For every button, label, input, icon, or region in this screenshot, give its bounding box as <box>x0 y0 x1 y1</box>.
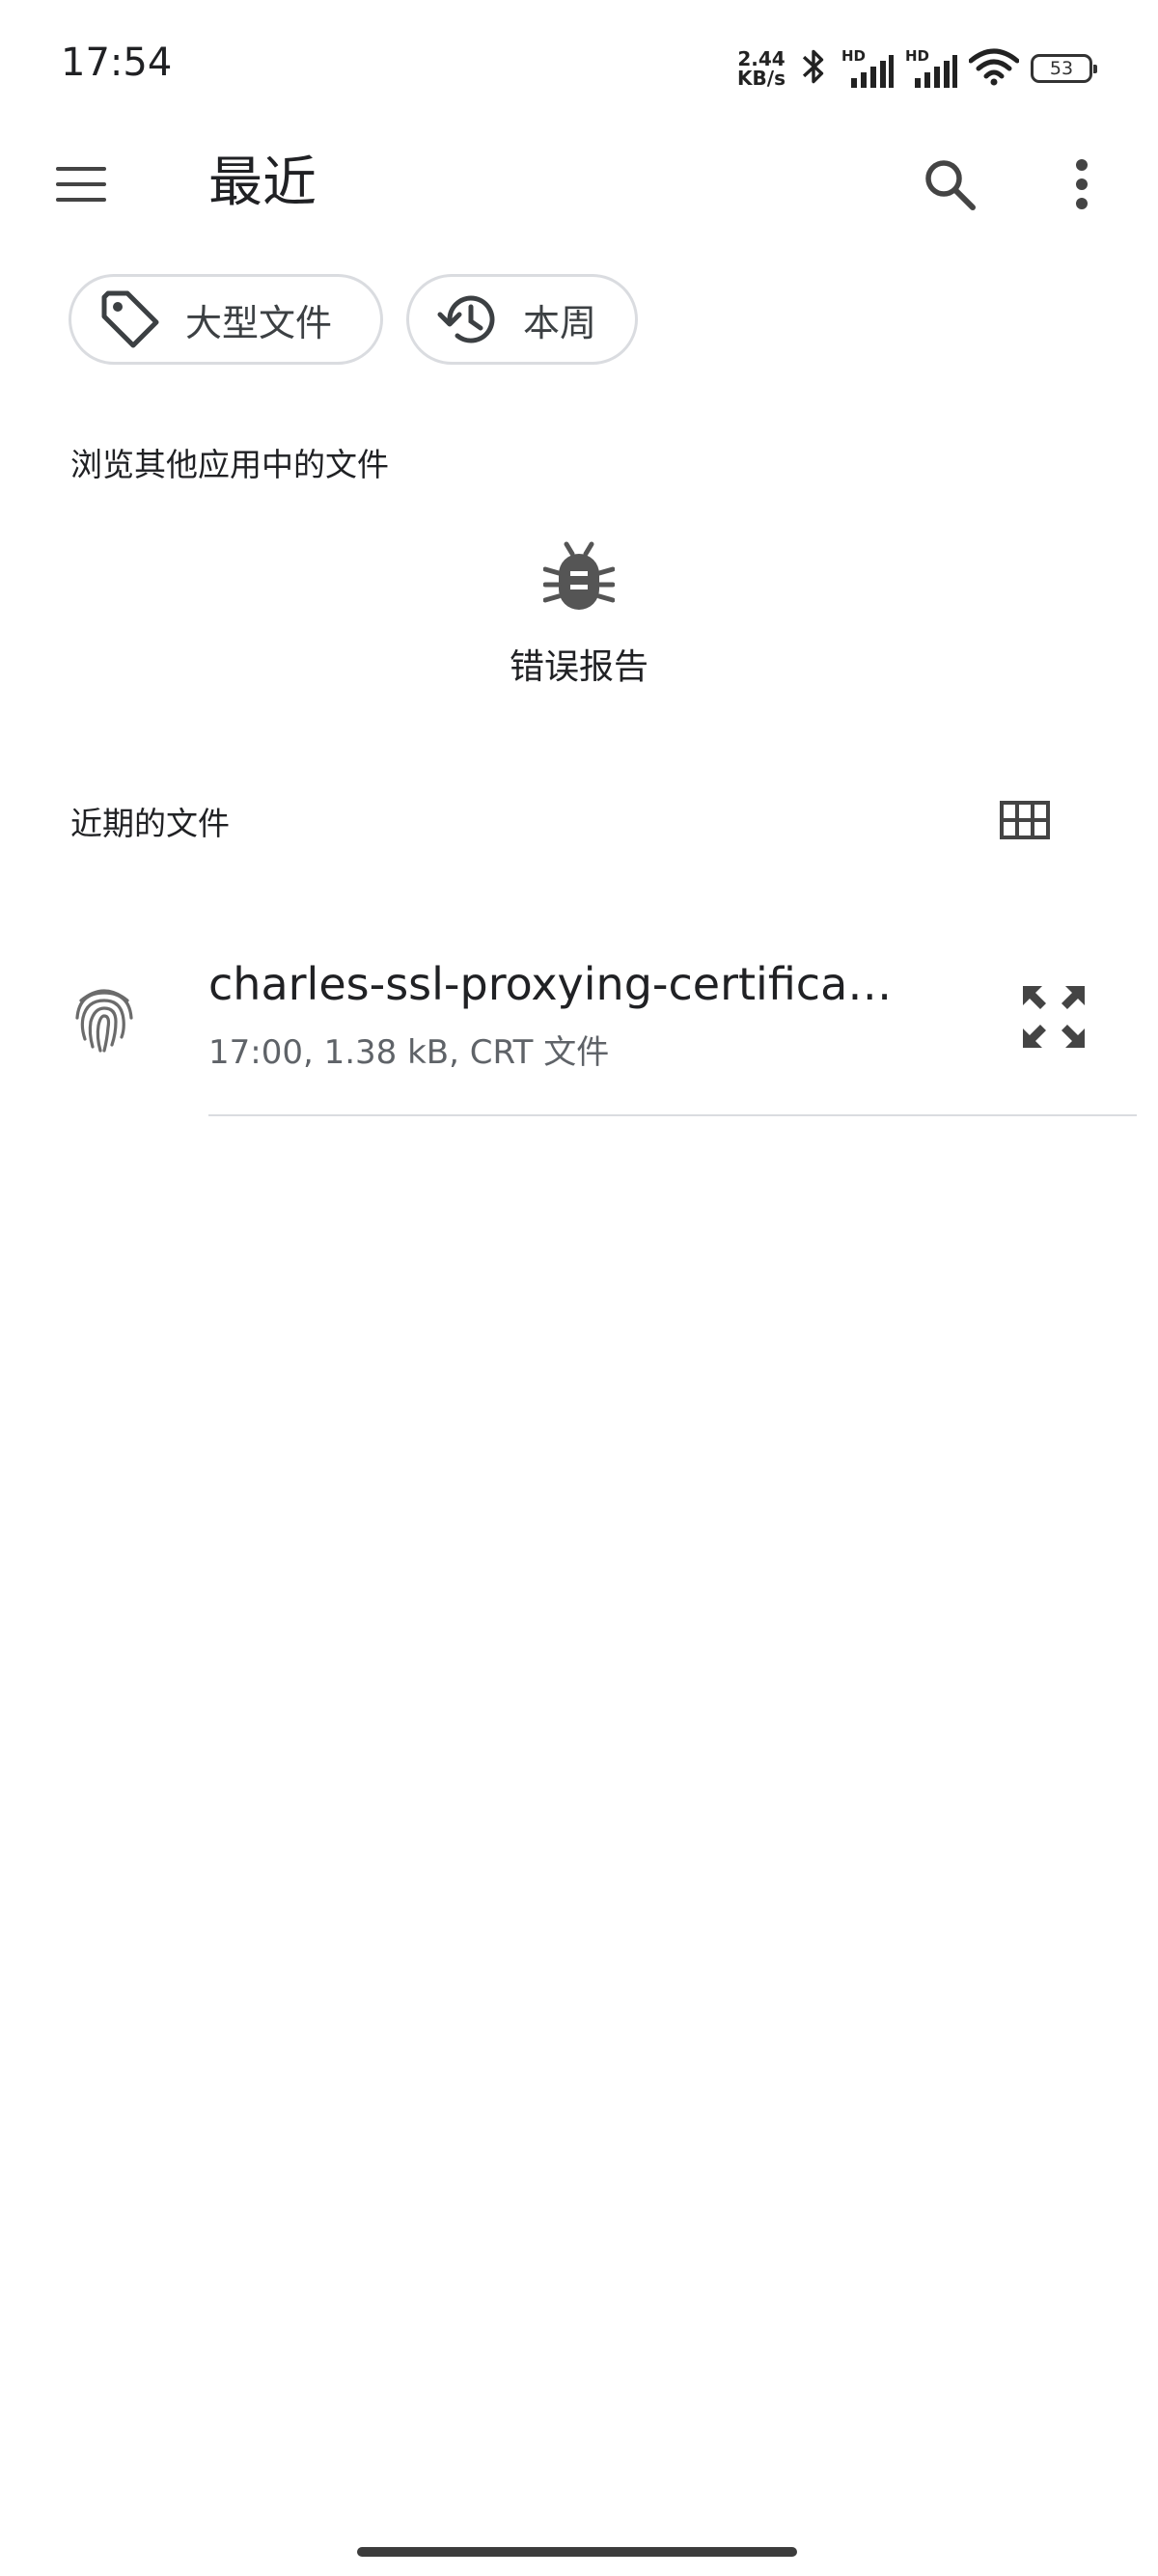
search-button[interactable] <box>907 142 992 227</box>
menu-button[interactable] <box>39 142 124 227</box>
more-options-button[interactable] <box>1039 142 1124 227</box>
signal-icon <box>851 55 894 88</box>
expand-icon <box>1023 986 1085 1048</box>
bug-icon <box>543 541 615 610</box>
history-icon <box>437 295 495 343</box>
file-meta: 17:00, 1.38 kB, CRT 文件 <box>208 1033 610 1072</box>
wifi-icon <box>968 47 1020 90</box>
page-title: 最近 <box>208 151 317 214</box>
file-name: charles-ssl-proxying-certifica… <box>208 958 893 1010</box>
bluetooth-icon <box>797 45 830 92</box>
recent-files-heading: 近期的文件 <box>70 805 230 842</box>
more-vert-icon <box>1076 159 1088 209</box>
browse-apps-heading: 浏览其他应用中的文件 <box>70 446 389 483</box>
expand-button[interactable] <box>1008 972 1099 1062</box>
app-bug-report-label: 错误报告 <box>509 647 648 687</box>
home-indicator[interactable] <box>357 2547 797 2557</box>
chip-large-files-label: 大型文件 <box>185 301 333 344</box>
label-tag-icon <box>101 290 159 348</box>
chip-large-files[interactable]: 大型文件 <box>69 274 383 365</box>
chip-this-week[interactable]: 本周 <box>406 274 638 365</box>
file-list-item[interactable]: charles-ssl-proxying-certifica… 17:00, 1… <box>0 941 1158 1119</box>
signal-sim2: HD <box>905 47 957 90</box>
fingerprint-icon <box>69 979 139 1056</box>
grid-view-icon <box>1000 801 1050 839</box>
signal-icon <box>915 55 957 88</box>
network-speed-value: 2.44 <box>737 47 786 70</box>
network-speed: 2.44 KB/s <box>737 49 786 88</box>
list-divider <box>208 1114 1137 1116</box>
signal-sim1: HD <box>841 47 894 90</box>
status-time: 17:54 <box>61 41 173 85</box>
view-toggle-button[interactable] <box>986 783 1063 857</box>
app-bug-report[interactable]: 错误报告 <box>463 540 695 724</box>
chip-this-week-label: 本周 <box>523 301 597 344</box>
battery-icon: 53 <box>1031 54 1097 83</box>
status-icons: 2.44 KB/s HD HD 53 <box>737 42 1097 95</box>
menu-icon <box>56 167 106 202</box>
search-icon <box>925 160 976 210</box>
battery-level: 53 <box>1049 58 1074 79</box>
network-speed-unit: KB/s <box>737 67 786 90</box>
